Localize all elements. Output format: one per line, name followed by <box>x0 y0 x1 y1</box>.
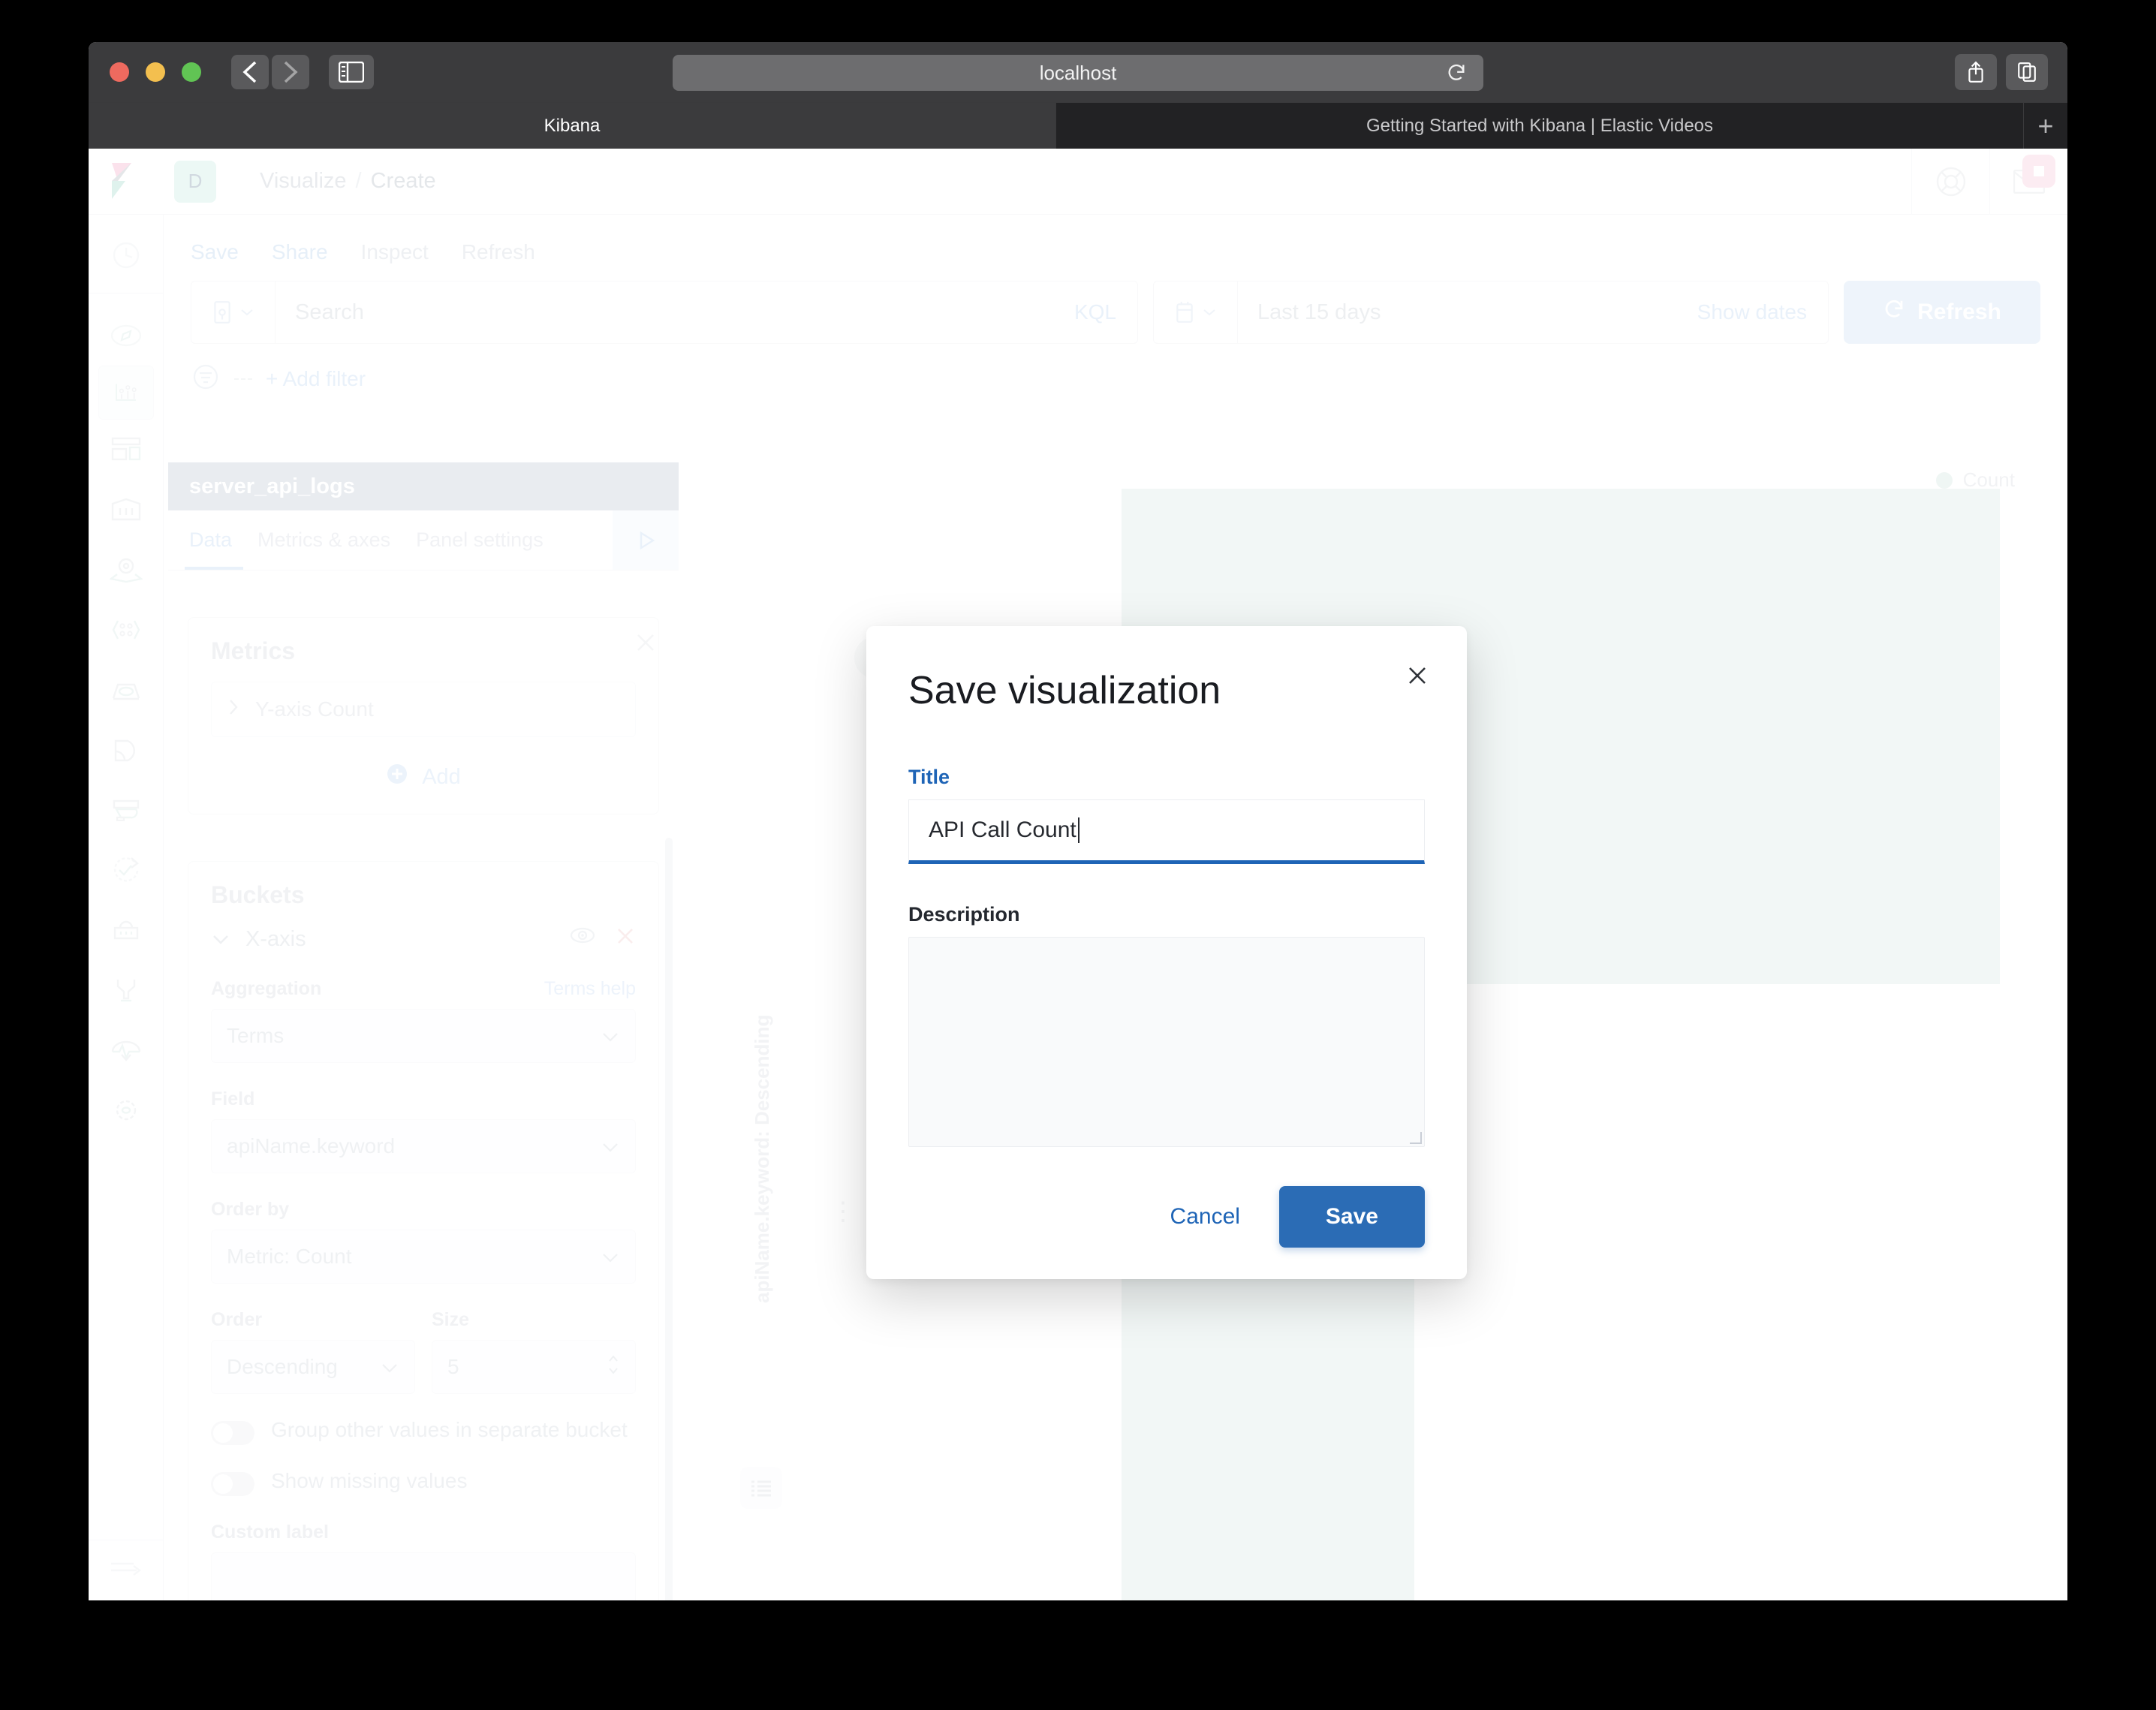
cancel-button[interactable]: Cancel <box>1143 1188 1267 1246</box>
browser-titlebar: localhost <box>89 42 2067 102</box>
window-controls[interactable] <box>110 62 201 82</box>
title-input-value: API Call Count <box>929 817 1076 842</box>
title-input[interactable]: API Call Count <box>908 799 1425 864</box>
save-button[interactable]: Save <box>1278 1186 1425 1248</box>
title-field-label: Title <box>908 766 950 788</box>
text-caret <box>1077 817 1080 843</box>
reload-icon[interactable] <box>1446 62 1467 87</box>
description-input[interactable] <box>908 937 1425 1147</box>
sidebar-toggle-icon[interactable] <box>329 55 374 89</box>
address-bar[interactable]: localhost <box>673 55 1483 91</box>
minimize-window-button[interactable] <box>146 62 165 82</box>
tab-strip: Kibana Getting Started with Kibana | Ela… <box>89 102 2067 149</box>
browser-tab-getting-started[interactable]: Getting Started with Kibana | Elastic Vi… <box>1056 103 2024 149</box>
close-window-button[interactable] <box>110 62 129 82</box>
back-icon[interactable] <box>231 55 269 89</box>
forward-icon[interactable] <box>272 55 309 89</box>
save-visualization-modal: Save visualization Title API Call Count … <box>866 626 1467 1279</box>
kibana-app: D Visualize / Create <box>89 149 2067 1600</box>
close-icon[interactable] <box>1399 658 1435 694</box>
browser-tab-kibana[interactable]: Kibana <box>89 103 1056 149</box>
new-tab-button[interactable]: + <box>2024 103 2067 149</box>
modal-actions: Cancel Save <box>908 1186 1425 1248</box>
maximize-window-button[interactable] <box>182 62 201 82</box>
url-text: localhost <box>1039 61 1117 84</box>
share-icon[interactable] <box>1955 54 1997 90</box>
browser-window: localhost Kibana Getting Started with Ki… <box>89 42 2067 1600</box>
description-field-label: Description <box>908 903 1020 926</box>
tab-overview-icon[interactable] <box>2006 54 2048 90</box>
modal-title: Save visualization <box>908 669 1221 712</box>
